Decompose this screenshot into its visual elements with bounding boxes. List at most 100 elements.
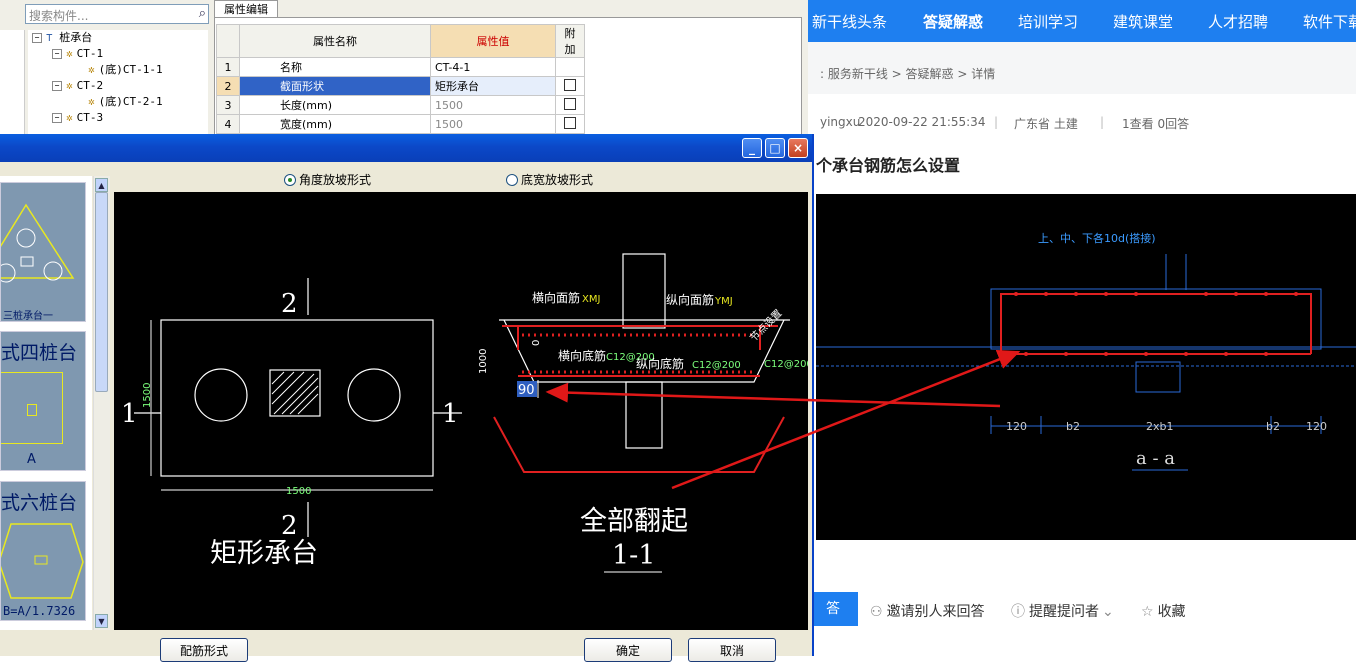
table-row[interactable]: 2 截面形状 矩形承台	[216, 76, 585, 96]
table-row[interactable]: 1 名称 CT-4-1	[216, 57, 585, 77]
gallery-scrollbar[interactable]: ▲ ▼	[93, 176, 110, 630]
cap-drawing: 2 2 1 1 矩形承台 1500 1500 横向面筋 XMJ 纵向面筋 YMJ…	[121, 253, 813, 573]
nav-item-downloads[interactable]: 软件下载	[1303, 11, 1356, 32]
collect-button[interactable]: ☆ 收藏	[1141, 601, 1186, 621]
section-mark-bottom: 2	[281, 511, 298, 541]
component-tree: − ⊤ 桩承台 − ✲ CT-1 ✲ (底)CT-1-1 − ✲ CT-2 ✲ (底)CT-2…	[28, 30, 208, 135]
thumb-six-pile-cap[interactable]: 式六桩台 B=A/1.7326	[0, 481, 86, 621]
component-icon: ✲	[66, 79, 73, 92]
depth-dim-label: 1000	[478, 349, 489, 374]
post-datetime: 2020-09-22 21:55:34	[858, 115, 986, 129]
remind-button[interactable]: ⓘ 提醒提问者 ⌄	[1011, 601, 1114, 621]
minimize-button[interactable]: _	[742, 138, 762, 158]
nav-item-headlines[interactable]: 新干线头条	[812, 11, 887, 32]
component-icon: ✲	[88, 95, 95, 108]
six-pile-cap-icon	[1, 523, 84, 599]
collapse-icon[interactable]: −	[52, 81, 62, 91]
search-icon[interactable]: ⌕	[199, 6, 206, 21]
cad-section-drawing: 上、中、下各10d(搭接) 120 b2 2xb1 b2 120 a - a	[816, 231, 1356, 471]
star-icon: ☆	[1141, 604, 1154, 620]
author-name[interactable]: yingxu	[820, 115, 860, 129]
radio-width-slope[interactable]: 底宽放坡形式	[506, 171, 593, 188]
angle-input[interactable]: 90	[518, 383, 535, 398]
table-row[interactable]: 3 长度(mm) 1500	[216, 95, 585, 115]
extra-checkbox[interactable]	[564, 97, 576, 110]
column-header-name: 属性名称	[239, 24, 431, 58]
column-header-value: 属性值	[430, 24, 556, 58]
cap-type-gallery: 三桩承台一 式四桩台 A 式六桩台 B=A/1.7326	[0, 176, 92, 630]
section-title: 1-1	[612, 540, 655, 571]
height-dim-label: 1500	[142, 383, 153, 408]
thumb-four-pile-cap[interactable]: 式四桩台 A	[0, 331, 86, 471]
pile-cap-rebar-dialog: _ □ × 三桩承台一 式四桩台 A 式六桩台 B=A/1.7326 ▲ ▼ 角…	[0, 134, 814, 662]
svg-text:120: 120	[1306, 420, 1327, 433]
ok-button[interactable]: 确定	[584, 638, 672, 662]
label-v-top: 纵向面筋	[666, 292, 714, 307]
tree-node[interactable]: − ✲ CT-2	[52, 78, 103, 94]
maximize-button[interactable]: □	[765, 138, 785, 158]
thumb-three-pile-cap[interactable]: 三桩承台一	[0, 182, 86, 322]
nav-item-jobs[interactable]: 人才招聘	[1208, 11, 1268, 32]
svg-text:2xb1: 2xb1	[1146, 420, 1174, 433]
tree-node[interactable]: ✲ (底)CT-1-1	[88, 62, 163, 78]
nav-item-qa[interactable]: 答疑解惑	[923, 11, 983, 32]
label-h-bottom: 横向底筋	[558, 348, 606, 363]
collapse-icon[interactable]: −	[52, 113, 62, 123]
component-icon: ✲	[66, 47, 73, 60]
divider: |	[1100, 115, 1105, 129]
tab-property-edit[interactable]: 属性编辑	[214, 0, 278, 18]
cancel-button[interactable]: 取消	[688, 638, 776, 662]
question-cad-image[interactable]: 上、中、下各10d(搭接) 120 b2 2xb1 b2 120 a - a	[816, 194, 1356, 540]
scroll-up-icon[interactable]: ▲	[95, 178, 108, 192]
dialog-titlebar[interactable]: _ □ ×	[0, 134, 812, 162]
tree-node[interactable]: − ✲ CT-3	[52, 110, 103, 126]
question-title: 个承台钢筋怎么设置	[816, 156, 961, 175]
three-pile-cap-icon	[1, 203, 75, 283]
side-mark-left: 1	[121, 399, 138, 429]
tree-node[interactable]: − ✲ CT-1	[52, 46, 103, 62]
svg-text:YMJ: YMJ	[714, 296, 733, 307]
svg-text:b2: b2	[1266, 420, 1280, 433]
divider: |	[994, 115, 999, 129]
extra-checkbox[interactable]	[564, 78, 576, 91]
label-right-code: C12@200	[764, 359, 808, 370]
rebar-form-button[interactable]: 配筋形式	[160, 638, 248, 662]
table-row[interactable]: 4 宽度(mm) 1500	[216, 114, 585, 134]
scroll-thumb[interactable]	[95, 192, 108, 392]
column-header-extra: 附加	[555, 24, 585, 58]
breadcrumb[interactable]: : 服务新干线 > 答疑解惑 > 详情	[820, 65, 995, 82]
svg-text:XMJ: XMJ	[582, 294, 600, 305]
shape-name-label: 矩形承台	[210, 538, 318, 569]
close-button[interactable]: ×	[788, 138, 808, 158]
tree-node[interactable]: ✲ (底)CT-2-1	[88, 94, 163, 110]
radio-angle-slope[interactable]: 角度放坡形式	[284, 171, 371, 188]
label-v-bottom: 纵向底筋	[636, 356, 684, 371]
nav-item-classroom[interactable]: 建筑课堂	[1113, 11, 1173, 32]
info-icon: ⓘ	[1011, 604, 1025, 620]
extra-checkbox[interactable]	[564, 116, 576, 129]
slope-option-bar: 角度放坡形式 底宽放坡形式	[114, 164, 808, 190]
chevron-down-icon: ⌄	[1102, 604, 1114, 620]
cap-section-canvas[interactable]: 2 2 1 1 矩形承台 1500 1500 横向面筋 XMJ 纵向面筋 YMJ…	[114, 192, 813, 630]
cad-section-label: a - a	[1136, 448, 1175, 469]
pile-cap-icon: ⊤	[46, 31, 53, 44]
property-editor-window: 搜索构件... ⌕ − ⊤ 桩承台 − ✲ CT-1 ✲ (底)CT-1-1 − ✲ CT-…	[0, 0, 808, 137]
nav-item-training[interactable]: 培训学习	[1018, 11, 1078, 32]
post-region: 广东省 土建	[1014, 117, 1078, 131]
component-search-input[interactable]: 搜索构件... ⌕	[25, 4, 209, 24]
collapse-icon[interactable]: −	[32, 33, 42, 43]
svg-text:b2: b2	[1066, 420, 1080, 433]
side-mark-right: 1	[442, 399, 459, 429]
top-nav: 新干线头条 答疑解惑 培训学习 建筑课堂 人才招聘 软件下载	[808, 0, 1356, 42]
collapse-icon[interactable]: −	[52, 49, 62, 59]
scroll-down-icon[interactable]: ▼	[95, 614, 108, 628]
left-strip	[0, 30, 25, 135]
qa-web-page: 新干线头条 答疑解惑 培训学习 建筑课堂 人才招聘 软件下载 : 服务新干线 >…	[808, 0, 1356, 656]
svg-text:C12@200: C12@200	[692, 360, 741, 371]
zero-label: 0	[531, 340, 542, 346]
property-table: 属性名称 属性值 附加 1 名称 CT-4-1 2 截面形状 矩形承台 3 长度…	[216, 24, 585, 134]
invite-button[interactable]: ⚇ 邀请别人来回答	[870, 601, 985, 621]
answer-button[interactable]: 答	[808, 592, 858, 626]
width-dim-label: 1500	[286, 486, 311, 497]
tree-node-pile-cap[interactable]: − ⊤ 桩承台	[32, 30, 92, 46]
